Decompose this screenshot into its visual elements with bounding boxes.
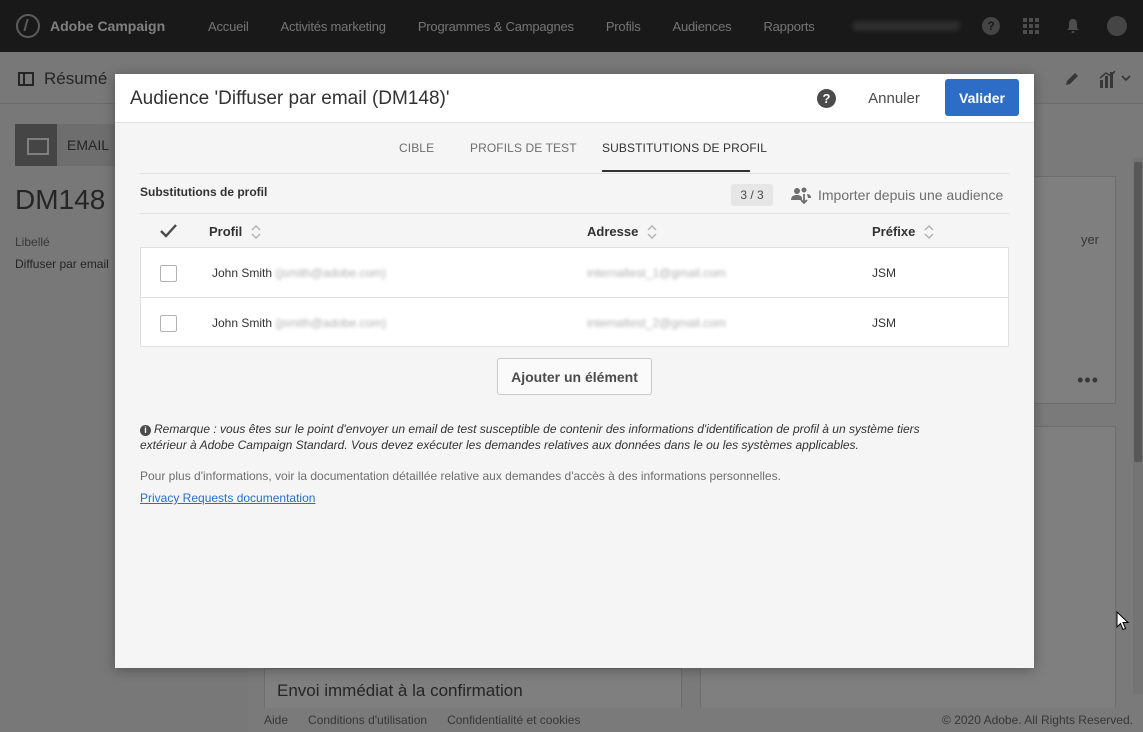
profile-cell: John Smith (jsmith@adobe.com) — [212, 316, 386, 330]
cancel-button[interactable]: Annuler — [860, 79, 928, 117]
profile-name: John Smith — [212, 266, 273, 280]
info-icon: i — [140, 425, 151, 436]
privacy-note-text: Remarque : vous êtes sur le point d'envo… — [140, 422, 920, 452]
table-row[interactable]: John Smith (jsmith@adobe.com) internalte… — [141, 297, 1008, 347]
tab-test-profiles[interactable]: PROFILS DE TEST — [470, 141, 577, 155]
column-label-profile: Profil — [209, 224, 243, 239]
privacy-note: i Remarque : vous êtes sur le point d'env… — [140, 421, 960, 453]
row-checkbox[interactable] — [160, 265, 177, 282]
tab-target[interactable]: CIBLE — [399, 141, 434, 155]
sort-icon — [647, 224, 657, 239]
sort-icon — [251, 224, 261, 239]
prefix-cell: JSM — [872, 316, 896, 330]
column-label-prefix: Préfixe — [872, 224, 916, 239]
address-cell: internaltest_1@gmail.com — [587, 266, 726, 280]
tab-profile-substitutions[interactable]: SUBSTITUTIONS DE PROFIL — [602, 141, 767, 155]
audience-import-icon — [791, 187, 811, 204]
dialog-help-icon[interactable]: ? — [817, 89, 836, 108]
dialog-tabs: CIBLE PROFILS DE TEST SUBSTITUTIONS DE P… — [115, 124, 1034, 173]
dialog-title: Audience 'Diffuser par email (DM148)' — [130, 88, 450, 109]
import-from-audience-button[interactable]: Importer depuis une audience — [791, 184, 1003, 206]
more-info-text: Pour plus d'informations, voir la docume… — [140, 469, 781, 483]
tabs-divider — [140, 173, 1009, 174]
column-header-address[interactable]: Adresse — [587, 224, 658, 239]
address-cell: internaltest_2@gmail.com — [587, 316, 726, 330]
import-label: Importer depuis une audience — [818, 187, 1004, 203]
count-badge: 3 / 3 — [731, 184, 773, 206]
column-header-prefix[interactable]: Préfixe — [872, 224, 935, 239]
section-title: Substitutions de profil — [140, 185, 268, 199]
profile-cell: John Smith (jsmith@adobe.com) — [212, 266, 386, 280]
column-label-address: Adresse — [587, 224, 639, 239]
privacy-requests-link[interactable]: Privacy Requests documentation — [140, 491, 315, 505]
table-row[interactable]: John Smith (jsmith@adobe.com) internalte… — [141, 248, 1008, 298]
table-header: Profil Adresse Préfixe — [140, 213, 1009, 247]
select-all-checkmark-icon[interactable] — [159, 221, 179, 241]
column-header-profile[interactable]: Profil — [209, 224, 262, 239]
row-checkbox[interactable] — [160, 315, 177, 332]
active-tab-indicator — [602, 170, 750, 172]
prefix-cell: JSM — [872, 266, 896, 280]
add-element-button[interactable]: Ajouter un élément — [497, 358, 652, 395]
profile-email: (jsmith@adobe.com) — [275, 316, 387, 330]
sort-icon — [924, 224, 934, 239]
dialog-header: Audience 'Diffuser par email (DM148)' ? … — [115, 74, 1034, 123]
mouse-pointer-icon — [1116, 611, 1130, 631]
audience-dialog: Audience 'Diffuser par email (DM148)' ? … — [115, 74, 1034, 668]
profile-name: John Smith — [212, 316, 273, 330]
substitutions-table: John Smith (jsmith@adobe.com) internalte… — [140, 247, 1009, 347]
validate-button[interactable]: Valider — [945, 79, 1019, 116]
profile-email: (jsmith@adobe.com) — [275, 266, 387, 280]
